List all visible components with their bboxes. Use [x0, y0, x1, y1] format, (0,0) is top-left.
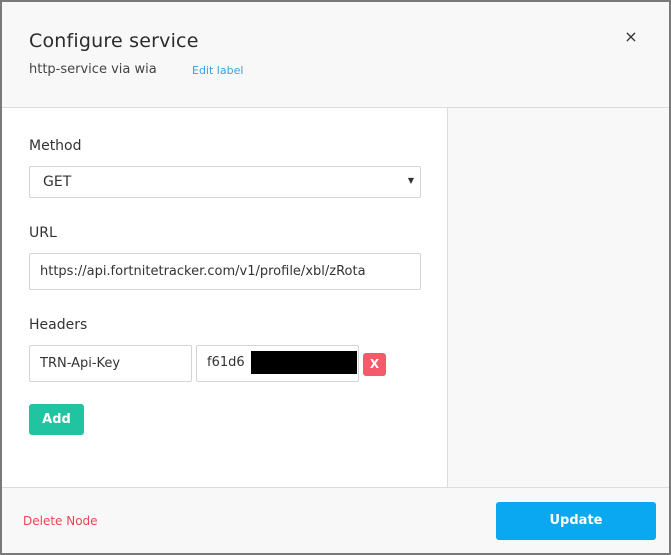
close-icon[interactable]: × — [622, 28, 640, 46]
url-input[interactable] — [29, 253, 421, 290]
modal-footer: Delete Node Update — [2, 487, 669, 553]
chevron-down-icon: ▼ — [407, 176, 414, 185]
method-selected-value: GET — [43, 174, 72, 190]
update-button[interactable]: Update — [496, 502, 656, 540]
side-panel — [447, 108, 669, 487]
headers-label: Headers — [29, 317, 88, 333]
delete-node-link[interactable]: Delete Node — [23, 514, 98, 528]
add-header-button[interactable]: Add — [29, 404, 84, 435]
header-value-input[interactable]: f61d6 — [196, 345, 359, 382]
header-value-text: f61d6 — [207, 355, 245, 370]
page-title: Configure service — [29, 30, 199, 52]
service-subtitle: http-service via wia — [29, 62, 157, 77]
redaction-box — [251, 351, 357, 374]
method-select[interactable]: GET ▼ — [29, 166, 421, 198]
form-panel: Method GET ▼ URL Headers f61d6 X Add — [2, 108, 447, 487]
modal-header: Configure service http-service via wia E… — [2, 2, 669, 108]
url-label: URL — [29, 225, 57, 241]
edit-label-link[interactable]: Edit label — [192, 64, 243, 77]
header-key-input[interactable] — [29, 345, 192, 382]
configure-service-modal: Configure service http-service via wia E… — [0, 0, 671, 555]
method-label: Method — [29, 138, 82, 154]
remove-header-button[interactable]: X — [363, 353, 386, 376]
